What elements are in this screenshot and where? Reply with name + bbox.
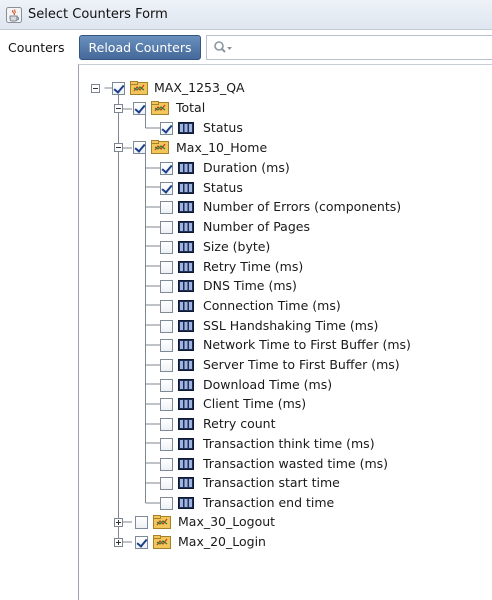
counter-checkbox[interactable] [160, 379, 173, 392]
counter-icon [178, 221, 194, 233]
counter-icon [178, 398, 194, 410]
counter-label[interactable]: Transaction think time (ms) [203, 436, 375, 452]
counter-icon [178, 261, 194, 273]
counter-label[interactable]: Number of Errors (components) [203, 199, 401, 215]
counter-icon [178, 201, 194, 213]
home-collapse-toggle[interactable] [114, 143, 123, 152]
counter-label[interactable]: Connection Time (ms) [203, 298, 341, 314]
counter-checkbox[interactable] [160, 280, 173, 293]
counter-label[interactable]: Client Time (ms) [203, 396, 306, 412]
counters-label: Counters [8, 40, 65, 55]
counter-label[interactable]: Transaction wasted time (ms) [203, 456, 388, 472]
counter-icon [178, 379, 194, 391]
counter-checkbox[interactable] [160, 438, 173, 451]
counter-icon [178, 458, 194, 470]
counter-icon [178, 162, 194, 174]
title-bar: Select Counters Form [0, 0, 492, 30]
search-input[interactable] [237, 39, 481, 58]
home-checkbox[interactable] [133, 141, 146, 154]
counter-checkbox[interactable] [160, 241, 173, 254]
counter-checkbox[interactable] [160, 359, 173, 372]
counter-icon [178, 477, 194, 489]
counter-label[interactable]: Transaction end time [203, 495, 334, 511]
counter-icon [178, 182, 194, 194]
counter-label[interactable]: SSL Handshaking Time (ms) [203, 318, 378, 334]
counter-icon [178, 320, 194, 332]
counter-checkbox[interactable] [160, 261, 173, 274]
counter-label[interactable]: Transaction start time [203, 475, 340, 491]
counter-label[interactable]: Server Time to First Buffer (ms) [203, 357, 400, 373]
counter-checkbox[interactable] [160, 320, 173, 333]
counter-checkbox[interactable] [160, 458, 173, 471]
counter-icon [178, 497, 194, 509]
counter-checkbox[interactable] [160, 221, 173, 234]
counter-icon [178, 418, 194, 430]
logout-checkbox[interactable] [135, 516, 148, 529]
counter-label[interactable]: Status [203, 180, 243, 196]
counter-checkbox[interactable] [160, 162, 173, 175]
total-label[interactable]: Total [176, 100, 205, 116]
counter-checkbox[interactable] [160, 497, 173, 510]
reload-counters-button[interactable]: Reload Counters [79, 35, 201, 60]
folder-group-icon [130, 81, 148, 95]
root-label[interactable]: MAX_1253_QA [154, 80, 245, 96]
java-cup-icon [6, 7, 22, 23]
total-status-checkbox[interactable] [160, 122, 173, 135]
counter-icon [178, 339, 194, 351]
counter-checkbox[interactable] [160, 182, 173, 195]
counter-icon [178, 300, 194, 312]
counter-icon [178, 438, 194, 450]
counter-label[interactable]: Download Time (ms) [203, 377, 332, 393]
root-collapse-toggle[interactable] [91, 84, 100, 93]
counter-checkbox[interactable] [160, 477, 173, 490]
counter-icon [178, 280, 194, 292]
folder-group-icon [153, 535, 171, 549]
window-title: Select Counters Form [28, 7, 168, 22]
counter-checkbox[interactable] [160, 339, 173, 352]
counter-checkbox[interactable] [160, 201, 173, 214]
counter-label[interactable]: Retry Time (ms) [203, 259, 303, 275]
counter-icon [178, 359, 194, 371]
logout-expand-toggle[interactable] [114, 518, 123, 527]
counter-icon [178, 241, 194, 253]
home-label[interactable]: Max_10_Home [176, 140, 267, 156]
counter-label[interactable]: Duration (ms) [203, 160, 290, 176]
search-box[interactable] [206, 35, 492, 60]
folder-group-icon [151, 101, 169, 115]
counter-checkbox[interactable] [160, 398, 173, 411]
root-checkbox[interactable] [112, 82, 125, 95]
folder-group-icon [151, 140, 169, 154]
counter-checkbox[interactable] [160, 418, 173, 431]
login-checkbox[interactable] [135, 536, 148, 549]
counter-label[interactable]: Retry count [203, 416, 276, 432]
counter-label[interactable]: DNS Time (ms) [203, 278, 297, 294]
total-checkbox[interactable] [133, 102, 146, 115]
folder-group-icon [153, 515, 171, 529]
counter-label[interactable]: Status [203, 120, 243, 136]
counter-checkbox[interactable] [160, 300, 173, 313]
search-dropdown-icon[interactable] [213, 40, 233, 56]
counter-label[interactable]: Size (byte) [203, 239, 270, 255]
counter-icon [178, 122, 194, 134]
logout-label[interactable]: Max_30_Logout [178, 514, 275, 530]
counter-label[interactable]: Number of Pages [203, 219, 310, 235]
login-label[interactable]: Max_20_Login [178, 534, 266, 550]
counter-label[interactable]: Network Time to First Buffer (ms) [203, 337, 411, 353]
login-expand-toggle[interactable] [114, 538, 123, 547]
total-collapse-toggle[interactable] [114, 104, 123, 113]
